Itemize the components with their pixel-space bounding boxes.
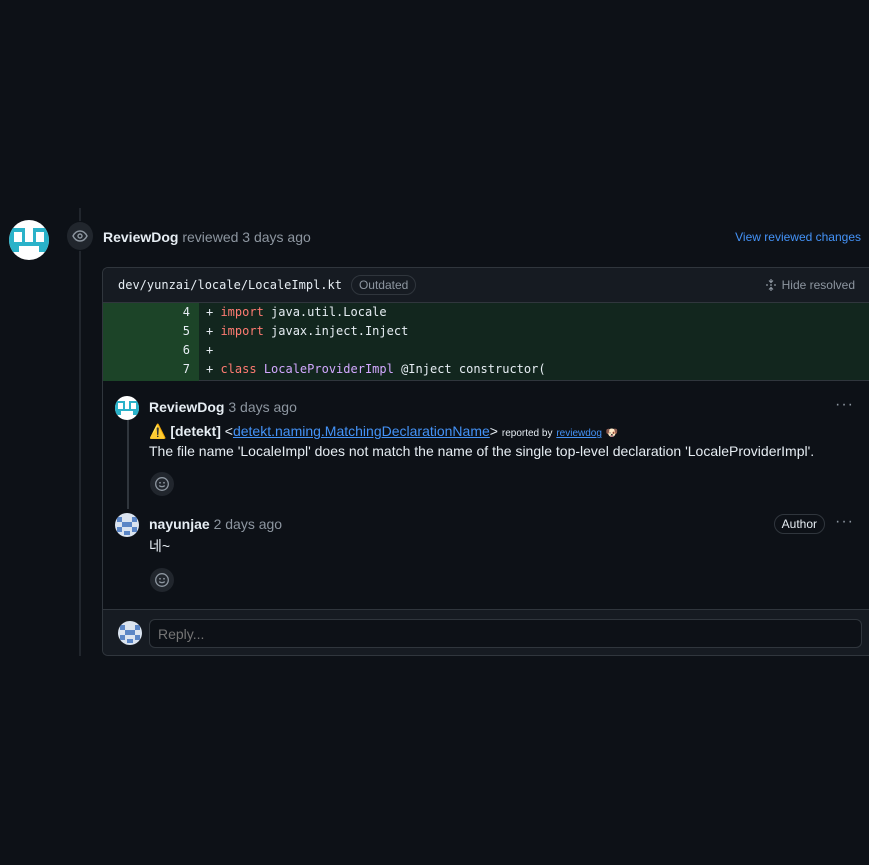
code-text: javax.inject.Inject (263, 324, 409, 338)
fold-icon (765, 279, 776, 291)
reported-by-text: reported by (501, 428, 553, 439)
comment-options-button[interactable]: ··· (835, 513, 854, 531)
file-path[interactable]: dev/yunzai/locale/LocaleImpl.kt (118, 278, 342, 292)
smiley-icon (155, 477, 169, 491)
code-text: java.util.Locale (263, 305, 387, 319)
hide-resolved-button[interactable]: Hide resolved (764, 278, 855, 292)
reply-area (103, 609, 869, 655)
comment-options-button[interactable]: ··· (835, 396, 854, 414)
diff-line: 6 + (103, 341, 869, 360)
diff-line: 5 + import javax.inject.Inject (103, 322, 869, 341)
angle-open: < (224, 423, 233, 439)
line-number[interactable]: 5 (103, 322, 190, 341)
comment-author[interactable]: nayunjae (149, 516, 210, 532)
comment-time[interactable]: 2 days ago (214, 516, 283, 532)
diff-prefix: + (206, 343, 214, 357)
comment-author[interactable]: ReviewDog (149, 399, 224, 415)
timeline-line (79, 208, 81, 656)
outdated-badge: Outdated (350, 275, 417, 295)
review-eye-badge (65, 221, 95, 251)
comment-reviewdog: ReviewDog 3 days ago ··· ⚠️ [detekt] <de… (115, 396, 860, 496)
code-keyword: import (220, 324, 264, 338)
comment-avatar[interactable] (115, 396, 139, 420)
angle-close: > (489, 423, 498, 439)
line-number[interactable]: 6 (103, 341, 190, 360)
review-action: reviewed (182, 229, 239, 245)
line-number[interactable]: 7 (103, 360, 190, 379)
view-reviewed-changes-link[interactable]: View reviewed changes (735, 230, 861, 244)
hide-resolved-label: Hide resolved (781, 278, 855, 292)
comment-avatar[interactable] (115, 513, 139, 537)
comment-header: ReviewDog 3 days ago (149, 399, 297, 415)
diff-prefix: + (206, 324, 221, 338)
review-time[interactable]: 3 days ago (242, 229, 311, 245)
comment-nayunjae: nayunjae 2 days ago Author ··· 네~ (115, 513, 860, 598)
comment-message: The file name 'LocaleImpl' does not matc… (149, 443, 815, 459)
detekt-tag: [detekt] (170, 423, 221, 439)
diff-prefix: + (206, 305, 221, 319)
review-thread: dev/yunzai/locale/LocaleImpl.kt Outdated… (102, 267, 869, 656)
warning-icon: ⚠️ (149, 423, 167, 439)
add-reaction-button[interactable] (150, 568, 174, 592)
dog-icon: 🐶 (605, 428, 619, 439)
review-author[interactable]: ReviewDog (103, 229, 178, 245)
reviewdog-avatar[interactable] (9, 220, 49, 260)
comment-time[interactable]: 3 days ago (228, 399, 297, 415)
file-header: dev/yunzai/locale/LocaleImpl.kt Outdated… (103, 268, 869, 303)
smiley-icon (155, 573, 169, 587)
reply-avatar (118, 621, 142, 645)
code-keyword: class (220, 362, 257, 376)
code-classname: LocaleProviderImpl (263, 362, 394, 376)
add-reaction-button[interactable] (150, 472, 174, 496)
author-badge: Author (773, 514, 825, 534)
code-keyword: import (220, 305, 264, 319)
rule-link[interactable]: detekt.naming.MatchingDeclarationName (233, 423, 490, 439)
reviewdog-link[interactable]: reviewdog (556, 428, 602, 439)
reply-input[interactable] (149, 619, 862, 648)
diff-line: 7 + class LocaleProviderImpl @Inject con… (103, 360, 869, 379)
review-header: ReviewDog reviewed 3 days ago (103, 229, 311, 245)
eye-icon (72, 230, 88, 242)
comment-message: 네~ (149, 538, 171, 554)
line-number[interactable]: 4 (103, 303, 190, 322)
code-text: @Inject constructor( (393, 362, 546, 376)
diff-line: 4 + import java.util.Locale (103, 303, 869, 322)
diff-prefix: + (206, 362, 221, 376)
diff-hunk: 4 + import java.util.Locale 5 + import j… (103, 303, 869, 381)
comment-header: nayunjae 2 days ago (149, 516, 282, 532)
